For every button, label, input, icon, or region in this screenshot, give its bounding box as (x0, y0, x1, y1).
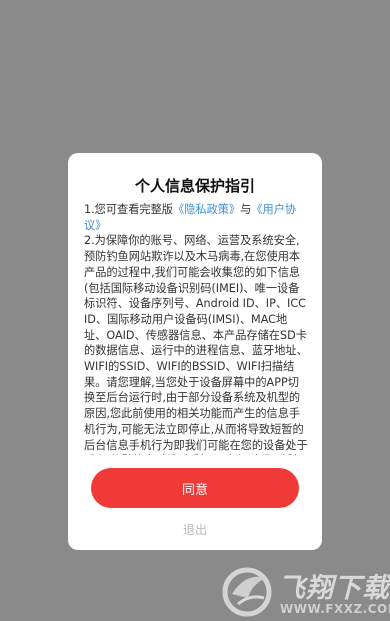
dialog-body[interactable]: 1.您可查看完整版《隐私政策》与《用户协议》 2.为保障你的账号、网络、运营及系… (84, 202, 308, 455)
para1-prefix: 1.您可查看完整版 (84, 203, 173, 216)
agree-button[interactable]: 同意 (91, 468, 299, 508)
watermark-brand: 飞翔下载 (278, 573, 390, 604)
paragraph-1: 1.您可查看完整版《隐私政策》与《用户协议》 (84, 202, 308, 233)
privacy-dialog: 个人信息保护指引 1.您可查看完整版《隐私政策》与《用户协议》 2.为保障你的账… (68, 153, 322, 550)
watermark: 飞翔下载 WWW.FXXZ.COM (220, 562, 390, 621)
privacy-policy-link[interactable]: 《隐私政策》 (173, 203, 240, 216)
watermark-url: WWW.FXXZ.COM (280, 602, 390, 616)
para1-mid: 与 (240, 203, 252, 216)
watermark-logo-icon (222, 567, 272, 617)
dialog-title: 个人信息保护指引 (134, 177, 255, 195)
exit-button[interactable]: 退出 (68, 521, 322, 538)
paragraph-2: 2.为保障你的账号、网络、运营及系统安全,预防钓鱼网站欺诈以及木马病毒,在您使用… (84, 234, 308, 455)
